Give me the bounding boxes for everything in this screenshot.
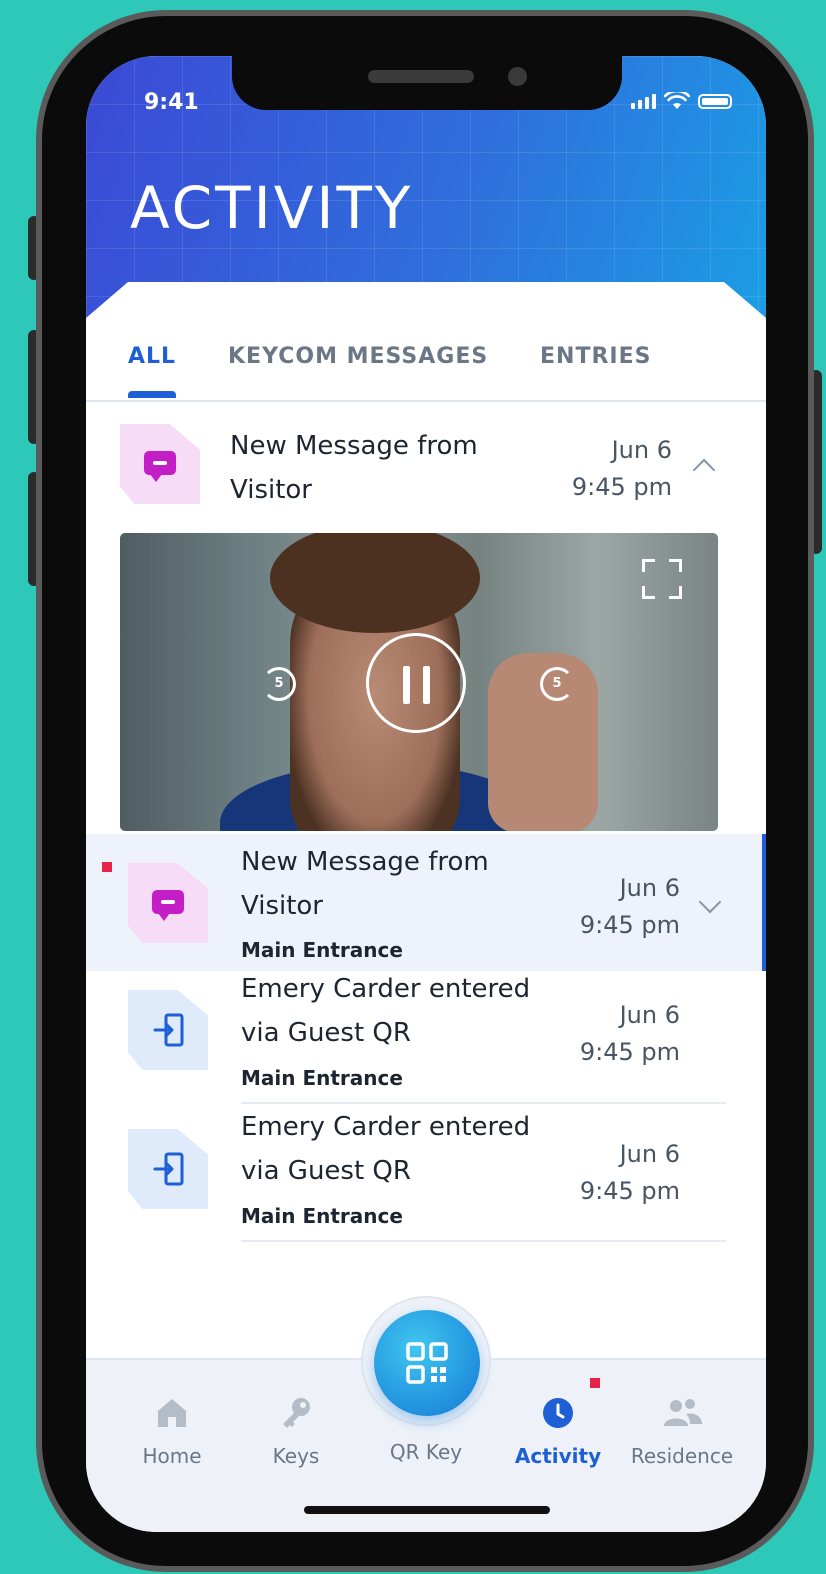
home-icon (158, 1399, 186, 1427)
clock-icon (543, 1398, 573, 1428)
forward-5-icon[interactable]: 5 (540, 667, 574, 701)
divider (241, 1102, 726, 1104)
nav-activity[interactable]: Activity (498, 1396, 618, 1468)
item-title-line2: via Guest QR (241, 1156, 411, 1186)
pause-button[interactable] (366, 633, 466, 733)
qr-icon (406, 1342, 448, 1384)
item-date: Jun 6 (619, 1001, 680, 1029)
nav-home[interactable]: Home (112, 1396, 232, 1468)
wifi-icon (664, 92, 690, 109)
qr-key-button[interactable] (374, 1310, 480, 1416)
divider (241, 1240, 726, 1242)
tab-entries[interactable]: ENTRIES (540, 344, 651, 369)
tab-all[interactable]: ALL (128, 344, 176, 369)
item-date: Jun 6 (619, 874, 680, 902)
tab-keycom-messages[interactable]: KEYCOM MESSAGES (228, 344, 488, 369)
item-title-line2: Visitor (241, 891, 323, 921)
entry-icon (128, 1129, 208, 1209)
unread-indicator (102, 862, 112, 872)
rewind-5-icon[interactable]: 5 (262, 667, 296, 701)
nav-activity-label: Activity (514, 1444, 602, 1468)
nav-qr-key-label: QR Key (389, 1440, 463, 1464)
nav-keys-label: Keys (272, 1444, 320, 1468)
item-time: 9:45 pm (571, 473, 672, 501)
chevron-up-icon[interactable] (692, 458, 716, 482)
notch (232, 56, 622, 110)
people-icon (664, 1399, 702, 1426)
activity-tabs: ALL KEYCOM MESSAGES ENTRIES (86, 338, 766, 402)
item-location: Main Entrance (241, 938, 403, 962)
item-title-line2: via Guest QR (241, 1018, 411, 1048)
key-icon (283, 1398, 310, 1428)
selected-indicator (762, 834, 766, 971)
item-date: Jun 6 (611, 436, 672, 464)
item-title-line1: Emery Carder entered (241, 1112, 531, 1142)
phone-screen: 9:41 ACTIVITY ALL KEYCOM MESSAGES ENTRIE… (86, 56, 766, 1532)
item-title-line2: Visitor (230, 475, 312, 505)
item-title-line1: Emery Carder entered (241, 974, 531, 1004)
entry-icon (128, 990, 208, 1070)
item-time: 9:45 pm (579, 1038, 680, 1066)
item-location: Main Entrance (241, 1204, 403, 1228)
item-title-line1: New Message from (230, 431, 478, 461)
nav-residence[interactable]: Residence (622, 1396, 742, 1468)
status-time: 9:41 (144, 90, 199, 115)
item-time: 9:45 pm (579, 1177, 680, 1205)
nav-keys[interactable]: Keys (236, 1396, 356, 1468)
item-date: Jun 6 (619, 1140, 680, 1168)
home-indicator[interactable] (304, 1506, 550, 1514)
visitor-video-player[interactable]: 5 5 (120, 533, 718, 831)
status-icons (631, 92, 732, 110)
activity-badge (590, 1378, 600, 1388)
item-location: Main Entrance (241, 1066, 403, 1090)
nav-home-label: Home (142, 1444, 202, 1468)
fullscreen-icon[interactable] (642, 559, 682, 599)
item-time: 9:45 pm (579, 911, 680, 939)
active-tab-indicator (128, 391, 176, 398)
nav-residence-label: Residence (630, 1444, 734, 1468)
message-icon (120, 424, 200, 504)
item-title-line1: New Message from (241, 847, 489, 877)
battery-icon (698, 93, 732, 109)
signal-icon (631, 93, 656, 109)
page-title: ACTIVITY (130, 174, 414, 242)
